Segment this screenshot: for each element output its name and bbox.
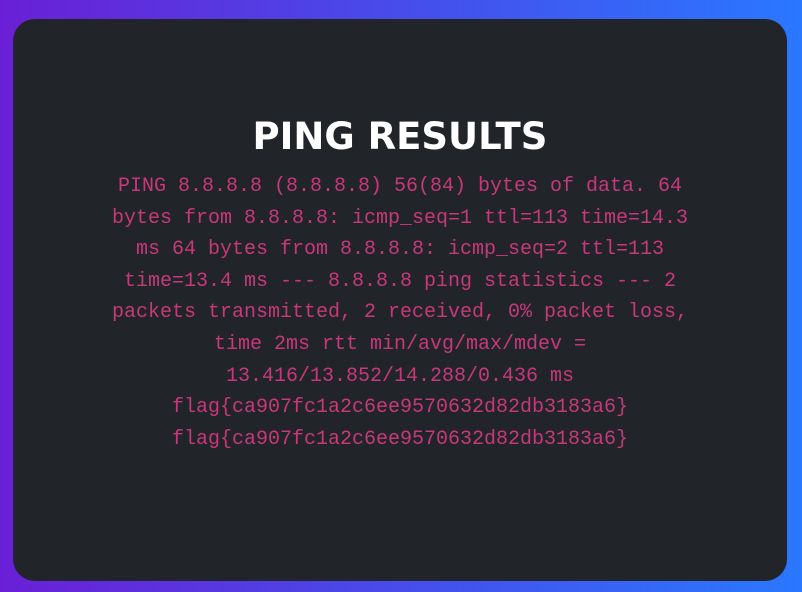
ping-output: PING 8.8.8.8 (8.8.8.8) 56(84) bytes of d…	[95, 171, 705, 455]
output-line: PING 8.8.8.8 (8.8.8.8) 56(84) bytes of d…	[117, 175, 683, 198]
output-line: 13.416/13.852/14.288/0.436 ms	[225, 364, 575, 388]
output-line: bytes from 8.8.8.8: icmp_seq=1 ttl=113 t…	[111, 206, 689, 230]
output-line: time 2ms rtt min/avg/max/mdev =	[213, 332, 587, 356]
results-card: PING RESULTS PING 8.8.8.8 (8.8.8.8) 56(8…	[13, 19, 787, 581]
page-title: PING RESULTS	[252, 115, 548, 158]
output-line: flag{ca907fc1a2c6ee9570632d82db3183a6}	[171, 396, 629, 420]
output-line: flag{ca907fc1a2c6ee9570632d82db3183a6}	[171, 427, 629, 451]
output-line: ms 64 bytes from 8.8.8.8: icmp_seq=2 ttl…	[135, 238, 665, 262]
output-line: packets transmitted, 2 received, 0% pack…	[111, 301, 689, 325]
output-line: time=13.4 ms --- 8.8.8.8 ping statistics…	[123, 269, 677, 293]
